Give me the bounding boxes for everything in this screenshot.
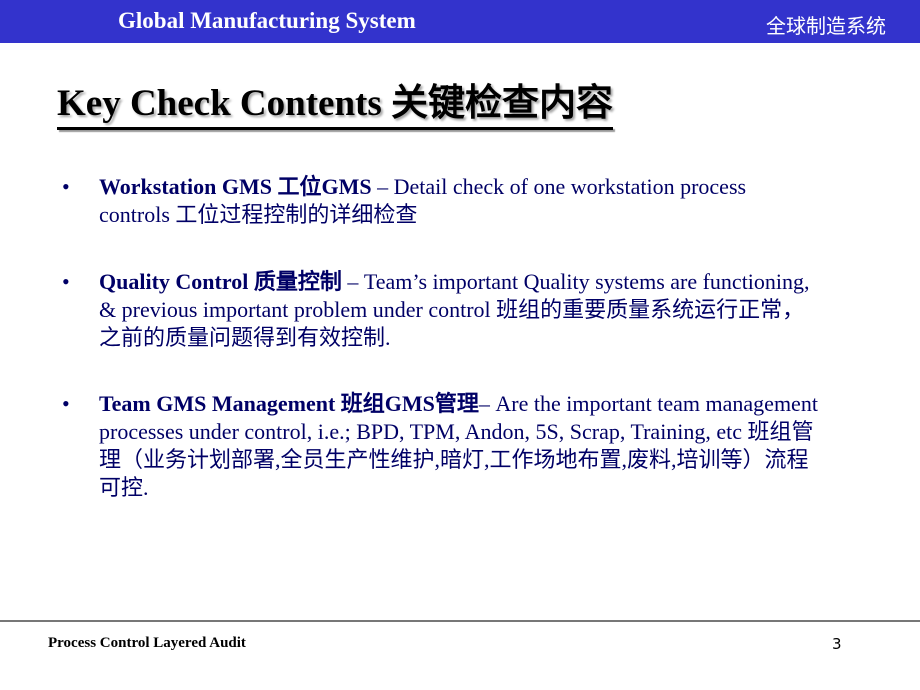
footer-divider — [0, 620, 920, 622]
bullet-item-team-gms-management: • Team GMS Management 班组GMS管理– Are the i… — [62, 390, 822, 502]
bullet-item-workstation-gms: • Workstation GMS 工位GMS – Detail check o… — [62, 173, 822, 229]
bullet-lead: Workstation GMS 工位GMS — [99, 174, 372, 199]
page-number: 3 — [832, 635, 842, 653]
title-underline — [57, 127, 614, 130]
bullet-icon: • — [62, 269, 70, 294]
bullet-lead: Team GMS Management 班组GMS管理 — [99, 391, 479, 416]
header-title-chinese: 全球制造系统 — [766, 14, 886, 38]
footer-label: Process Control Layered Audit — [48, 635, 246, 651]
bullet-item-quality-control: • Quality Control 质量控制 – Team’s importan… — [62, 268, 822, 352]
bullet-lead: Quality Control 质量控制 — [99, 269, 342, 294]
header-title: Global Manufacturing System — [118, 8, 416, 33]
slide-title: Key Check Contents 关键检查内容 — [57, 72, 614, 130]
header-bar: Global Manufacturing System 全球制造系统 — [0, 0, 920, 43]
slide-title-text: Key Check Contents 关键检查内容 — [57, 83, 614, 124]
bullet-icon: • — [62, 391, 70, 416]
bullet-icon: • — [62, 174, 70, 199]
